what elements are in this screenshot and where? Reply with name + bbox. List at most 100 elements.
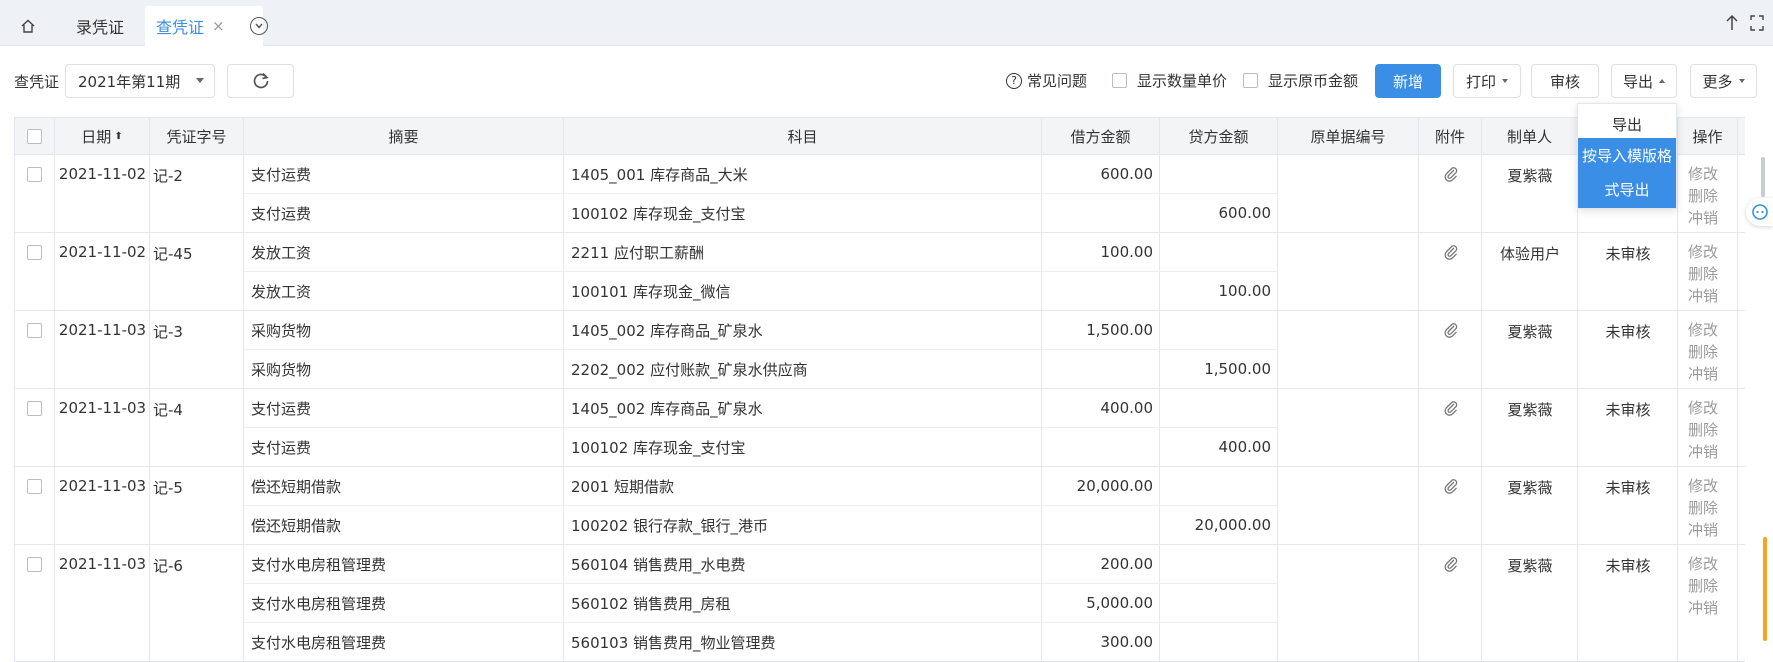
close-icon[interactable]: × bbox=[212, 17, 225, 35]
column-divider bbox=[1737, 545, 1738, 661]
line-divider bbox=[244, 427, 1278, 428]
row-checkbox[interactable] bbox=[27, 323, 42, 338]
column-divider bbox=[1737, 311, 1738, 388]
line-summary: 采购货物 bbox=[251, 321, 312, 340]
reverse-link[interactable]: 冲销 bbox=[1688, 519, 1718, 541]
delete-link[interactable]: 删除 bbox=[1688, 185, 1718, 207]
line-debit: 300.00 bbox=[1100, 633, 1154, 651]
sort-asc-icon[interactable]: ⬆ bbox=[114, 131, 122, 142]
show-qty-price-checkbox[interactable]: 显示数量单价 bbox=[1112, 70, 1227, 91]
row-checkbox[interactable] bbox=[27, 557, 42, 572]
new-button[interactable]: 新增 bbox=[1375, 64, 1441, 98]
delete-link[interactable]: 删除 bbox=[1688, 419, 1718, 441]
customer-service-button[interactable] bbox=[1746, 198, 1773, 226]
audit-button[interactable]: 审核 bbox=[1531, 64, 1599, 98]
line-account: 2202_002 应付账款_矿泉水供应商 bbox=[571, 360, 808, 379]
line-credit bbox=[1160, 311, 1271, 349]
edit-link[interactable]: 修改 bbox=[1688, 319, 1718, 341]
row-checkbox[interactable] bbox=[27, 479, 42, 494]
line-debit: 200.00 bbox=[1100, 555, 1154, 573]
reverse-link[interactable]: 冲销 bbox=[1688, 363, 1718, 385]
paperclip-icon[interactable] bbox=[1443, 165, 1459, 183]
checkbox[interactable] bbox=[1243, 73, 1258, 88]
row-checkbox[interactable] bbox=[27, 245, 42, 260]
line-divider bbox=[244, 583, 1278, 584]
select-all-checkbox[interactable] bbox=[27, 129, 42, 144]
header-original-doc-no: 原单据编号 bbox=[1278, 118, 1419, 155]
voucher-audit-status: 未审核 bbox=[1605, 245, 1651, 263]
line-summary: 发放工资 bbox=[251, 282, 312, 301]
arrow-up-icon[interactable] bbox=[1725, 14, 1739, 32]
reverse-link[interactable]: 冲销 bbox=[1688, 207, 1718, 229]
column-divider bbox=[1737, 233, 1738, 310]
edit-link[interactable]: 修改 bbox=[1688, 163, 1718, 185]
line-account: 560103 销售费用_物业管理费 bbox=[571, 633, 776, 652]
tab-bar: 录凭证 查凭证 × bbox=[0, 0, 1773, 46]
export-button[interactable]: 导出 bbox=[1611, 64, 1677, 98]
faq-link[interactable]: ? 常见问题 bbox=[1006, 70, 1087, 91]
tab-menu-button[interactable] bbox=[250, 17, 268, 35]
voucher-date: 2021-11-03 bbox=[58, 399, 147, 417]
edit-link[interactable]: 修改 bbox=[1688, 397, 1718, 419]
edit-link[interactable]: 修改 bbox=[1688, 475, 1718, 497]
checkbox[interactable] bbox=[1112, 73, 1127, 88]
line-account: 1405_001 库存商品_大米 bbox=[571, 165, 748, 184]
paperclip-icon[interactable] bbox=[1443, 399, 1459, 417]
voucher-date: 2021-11-02 bbox=[58, 165, 147, 183]
period-select[interactable]: 2021年第11期 bbox=[65, 64, 215, 98]
line-credit: 1,500.00 bbox=[1204, 360, 1271, 378]
delete-link[interactable]: 删除 bbox=[1688, 575, 1718, 597]
column-divider bbox=[1418, 467, 1419, 544]
header-label: 日期 bbox=[81, 128, 112, 146]
delete-link[interactable]: 删除 bbox=[1688, 341, 1718, 363]
edit-link[interactable]: 修改 bbox=[1688, 241, 1718, 263]
show-foreign-currency-checkbox[interactable]: 显示原币金额 bbox=[1243, 70, 1358, 91]
row-checkbox[interactable] bbox=[27, 167, 42, 182]
column-divider bbox=[1418, 389, 1419, 466]
more-button[interactable]: 更多 bbox=[1690, 64, 1757, 98]
fullscreen-icon[interactable] bbox=[1749, 14, 1765, 32]
reverse-link[interactable]: 冲销 bbox=[1688, 441, 1718, 463]
caret-up-icon bbox=[1659, 79, 1665, 83]
voucher-creator: 夏紫薇 bbox=[1507, 323, 1553, 341]
paperclip-icon[interactable] bbox=[1443, 555, 1459, 573]
voucher-number[interactable]: 记-45 bbox=[153, 243, 193, 264]
tab-query-voucher[interactable]: 查凭证 × bbox=[145, 6, 263, 46]
delete-link[interactable]: 删除 bbox=[1688, 263, 1718, 285]
row-actions: 修改 删除 冲销 bbox=[1688, 475, 1718, 541]
home-tab[interactable] bbox=[0, 6, 56, 46]
refresh-button[interactable] bbox=[227, 64, 294, 98]
voucher-audit-status: 未审核 bbox=[1605, 323, 1651, 341]
voucher-number[interactable]: 记-2 bbox=[153, 165, 183, 186]
line-debit: 400.00 bbox=[1100, 399, 1154, 417]
tab-record-voucher[interactable]: 录凭证 bbox=[76, 6, 124, 46]
voucher-number[interactable]: 记-3 bbox=[153, 321, 183, 342]
voucher-group: 2021-11-03 记-3 采购货物 1405_002 库存商品_矿泉水 1,500.… bbox=[15, 311, 1745, 389]
reverse-link[interactable]: 冲销 bbox=[1688, 285, 1718, 307]
row-checkbox[interactable] bbox=[27, 401, 42, 416]
voucher-number[interactable]: 记-4 bbox=[153, 399, 183, 420]
reverse-link[interactable]: 冲销 bbox=[1688, 597, 1718, 619]
print-button[interactable]: 打印 bbox=[1453, 64, 1521, 98]
toolbar: 查凭证 2021年第11期 ? 常见问题 显示数量单价 显示原币金额 新增 打印… bbox=[0, 60, 1773, 102]
paperclip-icon[interactable] bbox=[1443, 243, 1459, 261]
column-divider bbox=[1737, 467, 1738, 544]
paperclip-icon[interactable] bbox=[1443, 477, 1459, 495]
column-divider bbox=[1418, 233, 1419, 310]
column-divider bbox=[1737, 389, 1738, 466]
header-creator: 制单人 bbox=[1482, 118, 1578, 155]
tab-label: 查凭证 bbox=[156, 18, 205, 37]
line-credit bbox=[1160, 233, 1271, 271]
line-account: 1405_002 库存商品_矿泉水 bbox=[571, 399, 763, 418]
voucher-number[interactable]: 记-5 bbox=[153, 477, 183, 498]
scrollbar-thumb[interactable] bbox=[1761, 157, 1765, 197]
header-date[interactable]: 日期 ⬆ bbox=[55, 118, 150, 155]
export-by-template-menu-item[interactable]: 按导入模版格 式导出 bbox=[1578, 138, 1676, 208]
line-divider bbox=[244, 271, 1278, 272]
export-menu-item[interactable]: 导出 bbox=[1578, 111, 1676, 139]
edit-link[interactable]: 修改 bbox=[1688, 553, 1718, 575]
voucher-number[interactable]: 记-6 bbox=[153, 555, 183, 576]
delete-link[interactable]: 删除 bbox=[1688, 497, 1718, 519]
header-summary: 摘要 bbox=[244, 118, 564, 155]
paperclip-icon[interactable] bbox=[1443, 321, 1459, 339]
